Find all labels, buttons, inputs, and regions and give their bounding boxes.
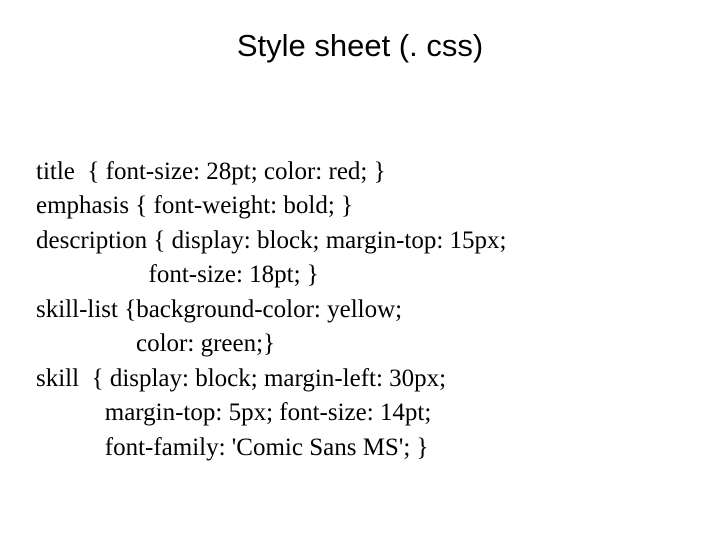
code-line: emphasis { font-weight: bold; } bbox=[36, 192, 353, 219]
code-line: title { font-size: 28pt; color: red; } bbox=[36, 158, 386, 185]
code-line: skill-list {background-color: yellow; bbox=[36, 296, 402, 323]
code-line: margin-top: 5px; font-size: 14pt; bbox=[36, 399, 431, 426]
code-line: description { display: block; margin-top… bbox=[36, 227, 507, 254]
code-line: color: green;} bbox=[36, 330, 275, 357]
css-code-block: title { font-size: 28pt; color: red; } e… bbox=[36, 120, 684, 465]
code-line: font-family: 'Comic Sans MS'; } bbox=[36, 434, 429, 461]
slide: Style sheet (. css) title { font-size: 2… bbox=[0, 0, 720, 540]
code-line: skill { display: block; margin-left: 30p… bbox=[36, 365, 446, 392]
slide-title: Style sheet (. css) bbox=[36, 28, 684, 64]
code-line: font-size: 18pt; } bbox=[36, 261, 319, 288]
